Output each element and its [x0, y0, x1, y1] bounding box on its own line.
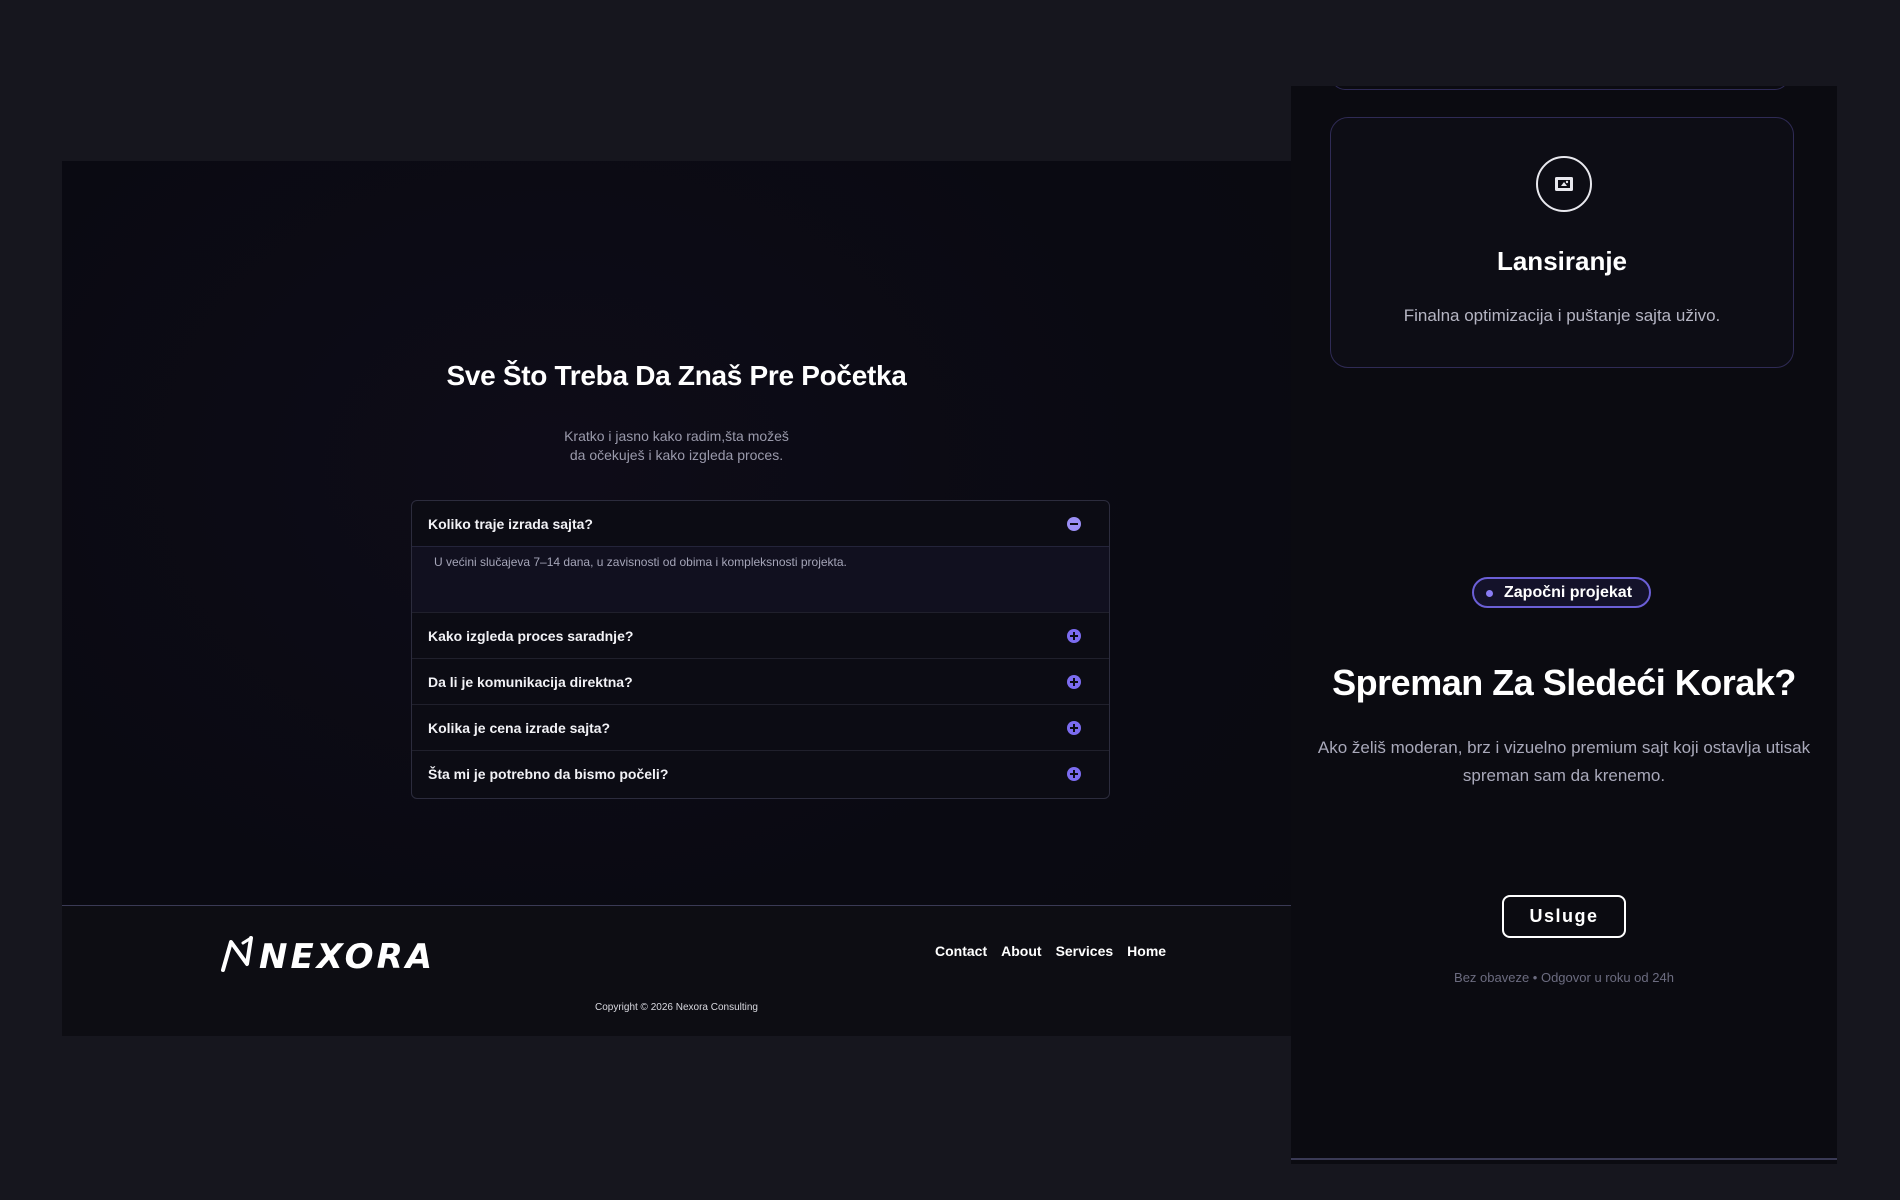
faq-subtitle-line-1: Kratko i jasno kako radim,šta možeš [564, 428, 789, 444]
cta-page-mockup: Lansiranje Finalna optimizacija i puštan… [1291, 86, 1837, 1164]
launch-icon-glyph [1555, 177, 1573, 191]
step-description: Finalna optimizacija i puštanje sajta už… [1403, 306, 1721, 325]
badge-label: Započni projekat [1504, 583, 1633, 601]
faq-question: Da li je komunikacija direktna? [428, 673, 633, 690]
faq-answer: U većini slučajeva 7–14 dana, u zavisnos… [412, 547, 1109, 613]
footer-link-contact[interactable]: Contact [935, 943, 987, 959]
faq-subtitle-line-2: da očekuješ i kako izgleda proces. [569, 447, 784, 463]
copyright-text: Copyright © 2026 Nexora Consulting [594, 1002, 758, 1013]
start-project-badge: Započni projekat [1472, 577, 1652, 608]
plus-circle-icon[interactable] [1067, 767, 1081, 781]
badge-dot-icon [1486, 590, 1493, 597]
faq-section: Sve Što Treba Da Znaš Pre Početka Kratko… [62, 161, 1291, 905]
faq-accordion: Koliko traje izrada sajta? U većini sluč… [411, 500, 1110, 799]
faq-subtitle: Kratko i jasno kako radim,šta možeš da o… [62, 427, 1291, 465]
faq-page-mockup: Sve Što Treba Da Znaš Pre Početka Kratko… [62, 161, 1291, 1036]
cta-title: Spreman Za Sledeći Korak? [1332, 662, 1796, 703]
plus-circle-icon[interactable] [1067, 674, 1081, 689]
cta-note: Bez obaveze • Odgovor u roku od 24h [1454, 970, 1674, 985]
step-title: Lansiranje [1496, 246, 1628, 276]
faq-question: Koliko traje izrada sajta? [428, 515, 593, 532]
faq-item-communication[interactable]: Da li je komunikacija direktna? [412, 659, 1109, 705]
faq-question: Kako izgleda proces saradnje? [428, 627, 634, 644]
nexora-logo[interactable]: NEXORA [217, 934, 447, 974]
faq-item-process[interactable]: Kako izgleda proces saradnje? [412, 613, 1109, 659]
faq-item-requirements[interactable]: Šta mi je potrebno da bismo počeli? [412, 751, 1109, 797]
logo-text: NEXORA [259, 937, 435, 974]
footer-link-home[interactable]: Home [1127, 943, 1166, 959]
plus-circle-icon[interactable] [1067, 628, 1081, 643]
cta-text: Ako želiš moderan, brz i vizuelno premiu… [1317, 738, 1811, 785]
step-card-launch: Lansiranje Finalna optimizacija i puštan… [1330, 117, 1794, 368]
previous-card-edge [1331, 86, 1789, 90]
footer-nav: Contact About Services Home [935, 943, 1166, 959]
faq-item-duration[interactable]: Koliko traje izrada sajta? [412, 501, 1109, 547]
launch-icon [1536, 156, 1592, 212]
minus-circle-icon[interactable] [1067, 516, 1081, 531]
footer-link-about[interactable]: About [1001, 943, 1041, 959]
services-button[interactable]: Usluge [1502, 895, 1626, 938]
site-footer: NEXORA Contact About Services Home Copyr… [62, 905, 1291, 1036]
footer-link-services[interactable]: Services [1056, 943, 1114, 959]
plus-circle-icon[interactable] [1067, 720, 1081, 735]
faq-question: Šta mi je potrebno da bismo počeli? [428, 766, 669, 782]
faq-question: Kolika je cena izrade sajta? [428, 719, 611, 736]
divider [1291, 1158, 1837, 1160]
faq-item-price[interactable]: Kolika je cena izrade sajta? [412, 705, 1109, 751]
faq-title: Sve Što Treba Da Znaš Pre Početka [446, 360, 907, 391]
